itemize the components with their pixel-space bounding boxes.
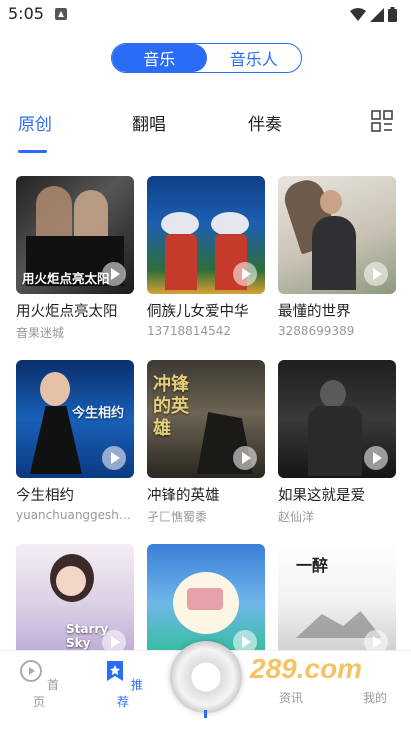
status-time: 5:05 [8, 4, 44, 23]
song-title: 今生相约 [16, 488, 74, 504]
song-card[interactable]: 冲锋的英雄 冲锋的英雄 孑匚憔蜀黍 [147, 360, 265, 525]
status-icons [350, 7, 397, 22]
play-button[interactable] [102, 446, 126, 470]
home-play-icon [20, 660, 43, 682]
song-card[interactable]: 一醉 [278, 544, 396, 662]
watermark-text: 289.com 手游网 [249, 653, 366, 684]
play-button[interactable] [233, 262, 257, 286]
grid-view-icon[interactable] [371, 110, 393, 132]
segment-music[interactable]: 音乐 [112, 44, 207, 72]
segment-musician[interactable]: 音乐人 [207, 44, 302, 72]
nav-home[interactable]: 首页 [14, 659, 64, 710]
song-cover [278, 360, 396, 478]
signal-icon [370, 7, 384, 22]
song-title: 侗族儿女爱中华 [147, 304, 249, 320]
status-bar: 5:05 [0, 0, 411, 30]
notification-icon [55, 8, 67, 20]
song-cover: 今生相约 [16, 360, 134, 478]
song-cover [278, 176, 396, 294]
song-cover: Starry Sky [16, 544, 134, 662]
song-card[interactable]: 最懂的世界 3288699389 [278, 176, 396, 338]
song-card[interactable]: 用火炬点亮太阳 用火炬点亮太阳 音果迷城 [16, 176, 134, 341]
nav-profile-label: 我的 [362, 691, 387, 705]
profile-icon [363, 659, 387, 683]
cover-title: 冲锋的英雄 [153, 374, 189, 439]
recommend-star-icon [107, 661, 124, 681]
play-button[interactable] [364, 262, 388, 286]
battery-icon [388, 7, 397, 22]
song-card[interactable]: Starry Sky [16, 544, 134, 662]
cover-title: 今生相约 [72, 406, 125, 421]
song-cover: 一醉 [278, 544, 396, 662]
song-artist: yuanchuanggesh… [16, 508, 131, 522]
song-title: 如果这就是爱 [278, 488, 365, 504]
now-playing-disc[interactable] [170, 641, 242, 713]
play-button[interactable] [364, 446, 388, 470]
song-artist: 13718814542 [147, 324, 231, 338]
song-cover: 冲锋的英雄 [147, 360, 265, 478]
song-cover [147, 176, 265, 294]
tab-cover[interactable]: 翻唱 [132, 110, 166, 135]
song-title: 用火炬点亮太阳 [16, 304, 118, 320]
song-card[interactable]: 侗族儿女爱中华 13718814542 [147, 176, 265, 338]
song-artist: 3288699389 [278, 324, 355, 338]
nav-recommend[interactable]: 推荐 [98, 659, 148, 710]
site-watermark: 289.com 手游网 [249, 653, 366, 684]
song-artist: 音果迷城 [16, 326, 65, 340]
cover-title: 一醉 [296, 556, 329, 575]
song-title: 最懂的世界 [278, 304, 351, 320]
song-cover: 用火炬点亮太阳 [16, 176, 134, 294]
wifi-icon [350, 7, 366, 21]
tab-original[interactable]: 原创 [18, 110, 52, 135]
play-button[interactable] [102, 262, 126, 286]
cover-title: 用火炬点亮太阳 [22, 271, 110, 286]
song-artist: 孑匚憔蜀黍 [147, 510, 208, 524]
song-artist: 赵仙洋 [278, 510, 315, 524]
tab-accompaniment[interactable]: 伴奏 [248, 110, 282, 135]
music-type-switch: 音乐 音乐人 [111, 43, 302, 73]
home-indicator [204, 710, 207, 718]
active-tab-indicator [18, 150, 47, 153]
play-button[interactable] [233, 446, 257, 470]
song-card[interactable]: 如果这就是爱 赵仙洋 [278, 360, 396, 525]
song-card[interactable]: 今生相约 今生相约 yuanchuanggesh… [16, 360, 134, 522]
song-title: 冲锋的英雄 [147, 488, 220, 504]
category-tabs: 原创 翻唱 伴奏 [0, 100, 411, 156]
